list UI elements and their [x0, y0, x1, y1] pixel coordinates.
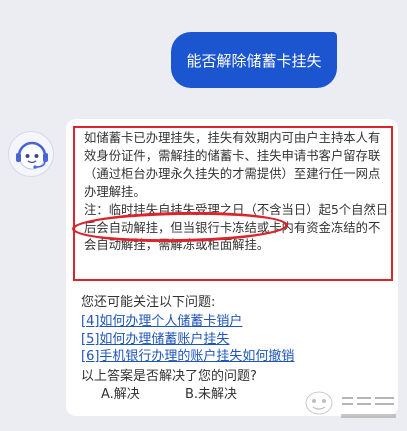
bot-avatar-icon [8, 131, 54, 177]
related-questions-title: 您还可能关注以下问题: [81, 295, 216, 310]
baidu-jingyan-watermark [297, 386, 403, 424]
answer-paragraph-1: 如储蓄卡已办理挂失，挂失有效期内可由户主持本人有效身份证件，需解挂的储蓄卡、挂失… [84, 131, 381, 199]
related-question-link[interactable]: [5]如何办理储蓄账户挂失 [81, 331, 294, 349]
user-message-text: 能否解除储蓄卡挂失 [186, 51, 322, 70]
survey-question: 以上答案是否解决了您的问题? [81, 369, 257, 384]
related-questions-list: [4]如何办理个人储蓄卡销户 [5]如何办理储蓄账户挂失 [6]手机银行办理的账… [81, 313, 294, 366]
related-question-link[interactable]: [4]如何办理个人储蓄卡销户 [81, 313, 294, 331]
related-question-link[interactable]: [6]手机银行办理的账户挂失如何撤销 [81, 348, 294, 366]
user-message-bubble: 能否解除储蓄卡挂失 [171, 32, 337, 88]
option-unresolved-button[interactable]: B.未解决 [185, 386, 237, 404]
option-resolved-button[interactable]: A.解决 [101, 386, 140, 404]
